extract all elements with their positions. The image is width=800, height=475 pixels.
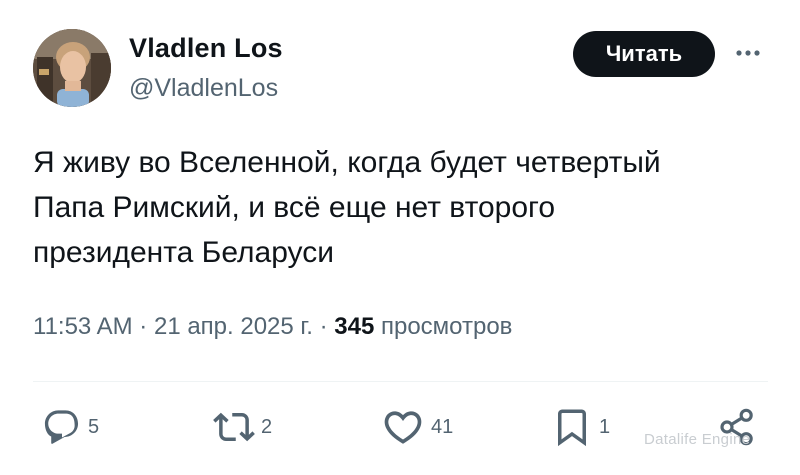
meta-separator: · bbox=[139, 313, 148, 340]
views-label: просмотров bbox=[380, 313, 513, 340]
more-button[interactable] bbox=[731, 38, 765, 68]
reply-button[interactable]: 5 bbox=[42, 405, 99, 449]
tweet-text-line: президента Беларуси bbox=[33, 236, 334, 269]
meta-separator: · bbox=[319, 313, 328, 340]
follow-button[interactable]: Читать bbox=[573, 31, 715, 77]
like-count: 41 bbox=[431, 415, 454, 438]
tweet-time[interactable]: 11:53 AM bbox=[33, 313, 133, 340]
tweet-text-line: Я живу во Вселенной, когда будет четверт… bbox=[33, 146, 661, 179]
more-icon bbox=[736, 50, 760, 56]
tweet-meta: 11:53 AM · 21 апр. 2025 г. · 345 просмот… bbox=[33, 313, 512, 341]
bookmark-count: 1 bbox=[599, 415, 611, 438]
watermark: Datalife Engine bbox=[644, 431, 751, 448]
retweet-button[interactable]: 2 bbox=[213, 405, 272, 449]
retweet-icon bbox=[213, 412, 255, 442]
heart-icon bbox=[384, 411, 422, 444]
tweet-text: Я живу во Вселенной, когда будет четверт… bbox=[33, 140, 763, 275]
reply-icon bbox=[44, 410, 79, 444]
tweet-date[interactable]: 21 апр. 2025 г. bbox=[154, 313, 313, 340]
avatar-photo bbox=[33, 29, 111, 107]
user-handle[interactable]: @VladlenLos bbox=[129, 74, 278, 103]
display-name[interactable]: Vladlen Los bbox=[129, 33, 283, 64]
avatar[interactable] bbox=[33, 29, 111, 107]
like-button[interactable]: 41 bbox=[381, 405, 453, 449]
retweet-count: 2 bbox=[261, 415, 273, 438]
reply-count: 5 bbox=[88, 415, 100, 438]
divider bbox=[33, 381, 768, 382]
bookmark-button[interactable]: 1 bbox=[551, 405, 610, 449]
views-count: 345 bbox=[334, 313, 375, 340]
tweet-text-line: Папа Римский, и всё еще нет второго bbox=[33, 191, 556, 224]
bookmark-icon bbox=[558, 409, 586, 447]
